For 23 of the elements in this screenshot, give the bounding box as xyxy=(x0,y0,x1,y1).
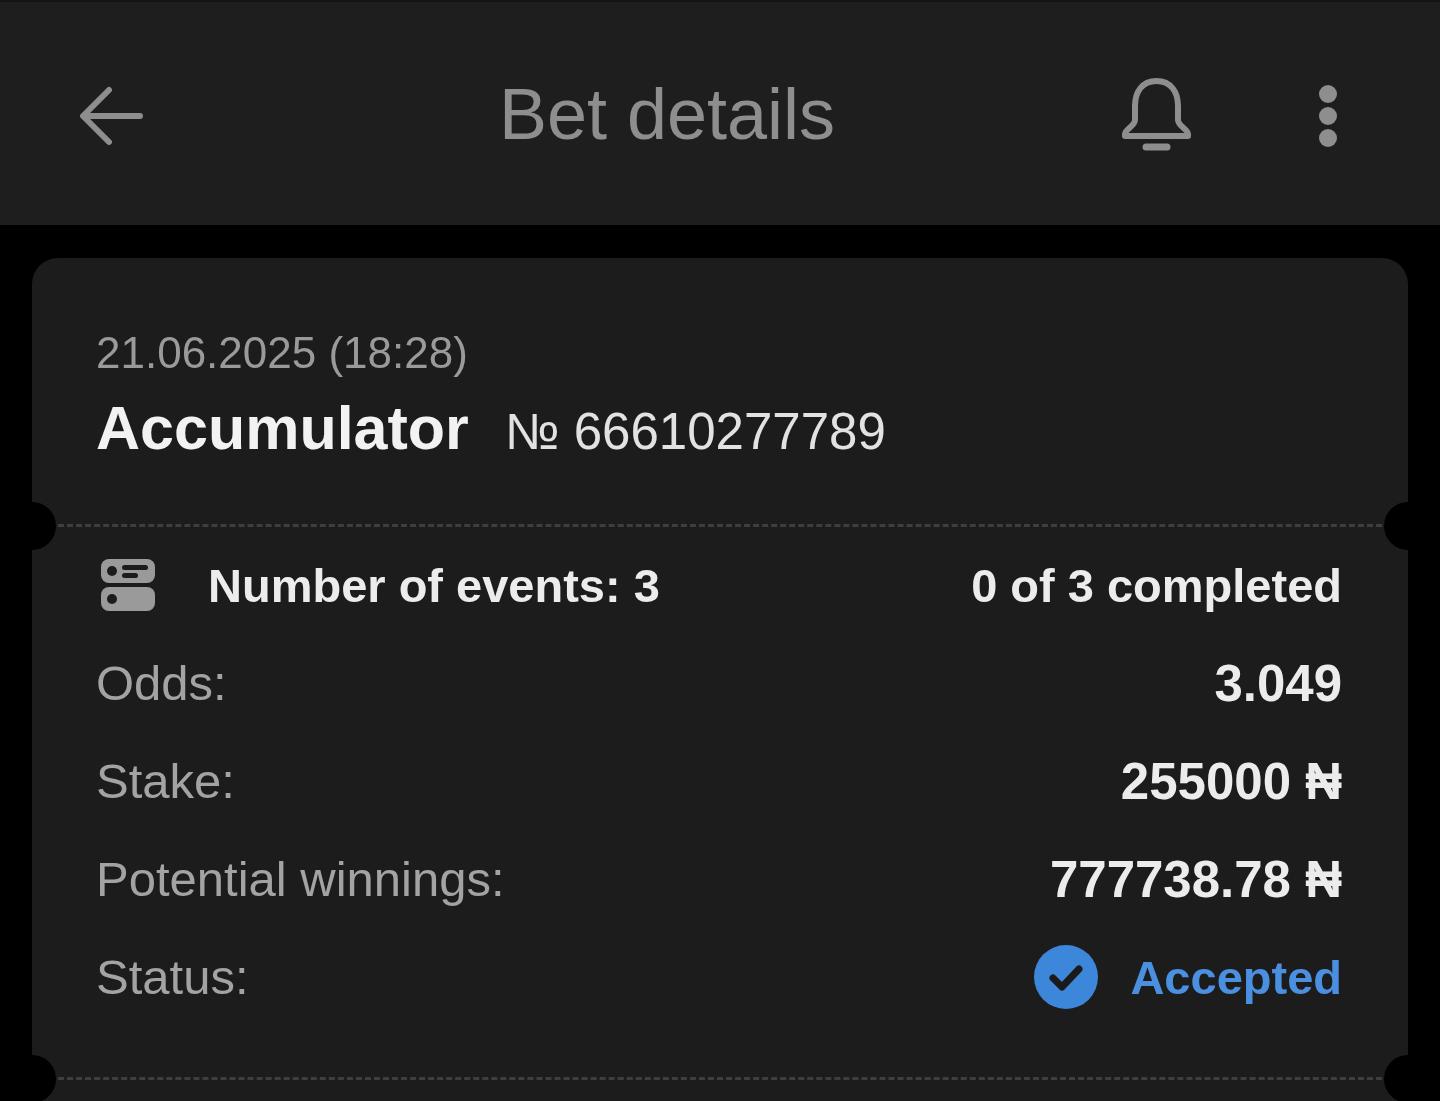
detail-value: 777738.78 ₦ xyxy=(1049,849,1342,909)
notifications-button[interactable] xyxy=(1119,77,1194,154)
stacked-rows-icon xyxy=(100,558,156,612)
events-completed-text: 0 of 3 completed xyxy=(971,557,1342,613)
bet-type: Accumulator xyxy=(96,393,469,464)
detail-label: Potential winnings: xyxy=(96,851,505,907)
bet-number: № 66610277789 xyxy=(504,402,886,462)
more-options-icon xyxy=(1318,83,1338,148)
ticket-notch xyxy=(1384,502,1408,550)
bell-icon xyxy=(1119,77,1194,154)
detail-label: Status: xyxy=(96,949,249,1005)
page-title: Bet details xyxy=(497,72,837,155)
detail-label: Stake: xyxy=(96,753,235,809)
detail-value: 3.049 xyxy=(1214,653,1342,713)
ticket-notch xyxy=(32,502,56,550)
check-circle-icon xyxy=(1034,945,1099,1009)
events-count: Number of events: 3 xyxy=(208,557,660,613)
status-value: Accepted xyxy=(1130,949,1342,1005)
bet-date: 21.06.2025 (18:28) xyxy=(96,329,469,377)
detail-value: 255000 ₦ xyxy=(1120,751,1342,811)
back-button[interactable] xyxy=(78,85,143,146)
detail-label: Odds: xyxy=(96,655,227,711)
back-arrow-icon xyxy=(78,85,143,146)
